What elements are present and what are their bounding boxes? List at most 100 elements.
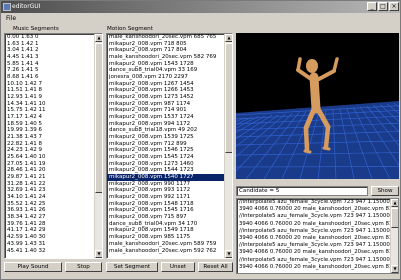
output-line: //interpolate5 azu_female_3cycle.vpm 723… [239, 199, 390, 205]
list-item[interactable]: mikapur2_008.vpm 1273 1452 [107, 94, 232, 101]
menu-bar: File [1, 13, 400, 25]
list-item[interactable]: 43.99 1.43 31 [5, 241, 102, 248]
list-item[interactable]: 17.17 1.42 4 [5, 114, 102, 121]
list-item[interactable]: mikapur2_008.vpm 714 901 [107, 107, 232, 114]
output-textarea[interactable]: //interpolate5 azu_female_3cycle.vpm 723… [236, 198, 399, 274]
list-item[interactable]: mikapur2_008.vpm 1545 1724 [107, 154, 232, 161]
list-item[interactable]: 31.28 1.41 22 [5, 181, 102, 188]
list-item[interactable]: 21.38 1.43 7 [5, 134, 102, 141]
list-item[interactable]: jonesra_008.vpm 2170 2297 [107, 74, 232, 81]
motion-scrollbar[interactable]: ▲ ▼ [224, 34, 232, 258]
list-item[interactable]: mikapur2_008.vpm 1546 1725 [107, 147, 232, 154]
list-item[interactable]: 15.75 1.42 11 [5, 107, 102, 114]
list-item[interactable]: mikapur2_008.vpm 1544 1723 [107, 167, 232, 174]
list-item[interactable]: mikapur2_008.vpm 718 805 [107, 41, 232, 48]
list-item[interactable]: 7.26 1.41 5 [5, 67, 102, 74]
list-item[interactable]: 36.93 1.41 26 [5, 207, 102, 214]
candidate-field[interactable]: Candidate = 5 [236, 186, 368, 196]
list-item[interactable]: 41.17 1.42 29 [5, 227, 102, 234]
list-item[interactable]: male_kanshoodori_20sec.vpm 592 762 [107, 248, 232, 255]
list-item[interactable]: 39.76 1.41 28 [5, 221, 102, 228]
list-item[interactable]: 14.34 1.41 10 [5, 101, 102, 108]
list-item[interactable]: dance_sub8_trial04.vpm 34 170 [107, 221, 232, 228]
list-item[interactable]: 27.05 1.41 19 [5, 161, 102, 168]
list-item[interactable]: 42.59 1.40 30 [5, 234, 102, 241]
list-item[interactable]: mikapur2_008.vpm 1548 1718 [107, 201, 232, 208]
list-item[interactable]: 18.59 1.40 5 [5, 121, 102, 128]
list-item[interactable]: 19.99 1.39 6 [5, 127, 102, 134]
list-item[interactable]: mikapur2_008.vpm 1549 1718 [107, 227, 232, 234]
motion-segment-list[interactable]: male_kanshoodori_20sec.vpm 685 765 mikapu… [106, 33, 233, 259]
list-item[interactable]: 5.85 1.41 4 [5, 61, 102, 68]
list-item[interactable]: mikapur2_008.vpm 993 1172 [107, 187, 232, 194]
list-item[interactable]: mikapur2_008.vpm 1537 1724 [107, 114, 232, 121]
list-item[interactable]: 32.69 1.41 23 [5, 187, 102, 194]
list-item[interactable]: mikapur2_008.vpm 1273 1460 [107, 161, 232, 168]
unset-button[interactable]: Unset [161, 262, 195, 272]
scroll-up-icon[interactable]: ▲ [95, 34, 102, 42]
list-item[interactable]: mikapur2_008.vpm 1267 1454 [107, 81, 232, 88]
list-item[interactable]: male_kanshoodori_20sec.vpm 589 759 [107, 241, 232, 248]
list-item[interactable]: 25.64 1.40 10 [5, 154, 102, 161]
3d-viewport[interactable] [236, 33, 399, 179]
list-item[interactable]: 22.82 1.41 8 [5, 141, 102, 148]
play-sound-button[interactable]: Play Sound [4, 262, 62, 272]
list-item[interactable]: mikapur2_008.vpm 1545 1716 [107, 207, 232, 214]
list-item[interactable]: mikapur2_008.vpm 992 1171 [107, 194, 232, 201]
output-line: //interpolate5 azu_female_3cycle.vpm 723… [239, 256, 390, 263]
close-icon[interactable]: × [389, 2, 399, 11]
list-item[interactable]: mikapur2_008.vpm 1543 1728 [107, 61, 232, 68]
list-item[interactable]: 35.52 1.42 25 [5, 201, 102, 208]
show-button[interactable]: Show [371, 186, 399, 196]
set-segment-button[interactable]: Set Segment [106, 262, 158, 272]
list-item[interactable]: 3.04 1.41 2 [5, 47, 102, 54]
figure-limb [309, 72, 321, 114]
list-item[interactable]: 38.34 1.42 27 [5, 214, 102, 221]
stop-button[interactable]: Stop [65, 262, 102, 272]
list-item[interactable]: 29.87 1.41 21 [5, 174, 102, 181]
list-item[interactable]: 45.41 1.40 32 [5, 248, 102, 255]
scroll-thumb[interactable] [95, 43, 102, 193]
list-item[interactable]: 12.93 1.41 9 [5, 94, 102, 101]
minimize-icon[interactable]: _ [367, 2, 377, 11]
list-item[interactable]: 1.63 1.42 1 [5, 41, 102, 48]
scroll-down-icon[interactable]: ▼ [391, 265, 398, 273]
menu-file[interactable]: File [6, 15, 16, 22]
music-scrollbar[interactable]: ▲ ▼ [94, 34, 102, 258]
scroll-thumb[interactable] [225, 43, 232, 153]
scroll-down-icon[interactable]: ▼ [225, 250, 232, 258]
music-segments-list[interactable]: 0.00 1.63 0 1.63 1.42 1 3.04 1.41 2 4.45 1.… [4, 33, 103, 259]
list-item[interactable]: mikapur2_008.vpm 1266 1453 [107, 87, 232, 94]
list-item[interactable]: mikapur2_008.vpm 1539 1725 [107, 134, 232, 141]
scroll-down-icon[interactable]: ▼ [95, 250, 102, 258]
list-item[interactable]: mikapur2_008.vpm 712 899 [107, 141, 232, 148]
maximize-icon[interactable]: □ [378, 2, 388, 11]
list-item[interactable]: dance_sub8_trial04.vpm 33 169 [107, 67, 232, 74]
list-item[interactable]: mikapur2_008.vpm 717 804 [107, 47, 232, 54]
list-item[interactable]: 28.46 1.41 20 [5, 167, 102, 174]
list-item[interactable]: mikapur2_008.vpm 987 1174 [107, 101, 232, 108]
list-item[interactable]: mikapur2_008.vpm 715 897 [107, 214, 232, 221]
list-item[interactable]: mikapur2_008.vpm 994 1172 [107, 121, 232, 128]
list-item[interactable]: 4.45 1.41 3 [5, 54, 102, 61]
output-line: 3940 4066 0.76000 20 male_kanshoodori_20… [239, 263, 393, 270]
list-item[interactable]: mikapur2_008.vpm 985 1175 [107, 234, 232, 241]
list-item[interactable]: male_kanshoodori_20sec.vpm 582 769 [107, 54, 232, 61]
title-bar: editorGUI _ □ × [1, 1, 400, 13]
list-item[interactable]: 24.23 1.42 9 [5, 147, 102, 154]
scroll-up-icon[interactable]: ▲ [225, 34, 232, 42]
scroll-thumb[interactable] [391, 208, 398, 228]
list-item[interactable]: male_kanshoodori_20sec.vpm 685 765 [107, 34, 232, 41]
reset-all-button[interactable]: Reset All [198, 262, 233, 272]
list-item[interactable]: dance_sub8_trial18.vpm 49 202 [107, 127, 232, 134]
list-item[interactable]: 10.10 1.42 7 [5, 81, 102, 88]
scroll-up-icon[interactable]: ▲ [391, 199, 398, 207]
list-item[interactable]: mikapur2_008.vpm 990 1177 [107, 181, 232, 188]
list-item[interactable]: 11.51 1.41 8 [5, 87, 102, 94]
list-item[interactable]: 0.00 1.63 0 [5, 34, 102, 41]
music-segments-label: Music Segments [13, 26, 59, 32]
list-item[interactable]: 34.10 1.41 24 [5, 194, 102, 201]
list-item[interactable]: 8.68 1.41 6 [5, 74, 102, 81]
list-item[interactable]: mikapur2_008.vpm 1540 1727 [107, 174, 232, 181]
output-scrollbar[interactable]: ▲ ▼ [390, 199, 398, 273]
